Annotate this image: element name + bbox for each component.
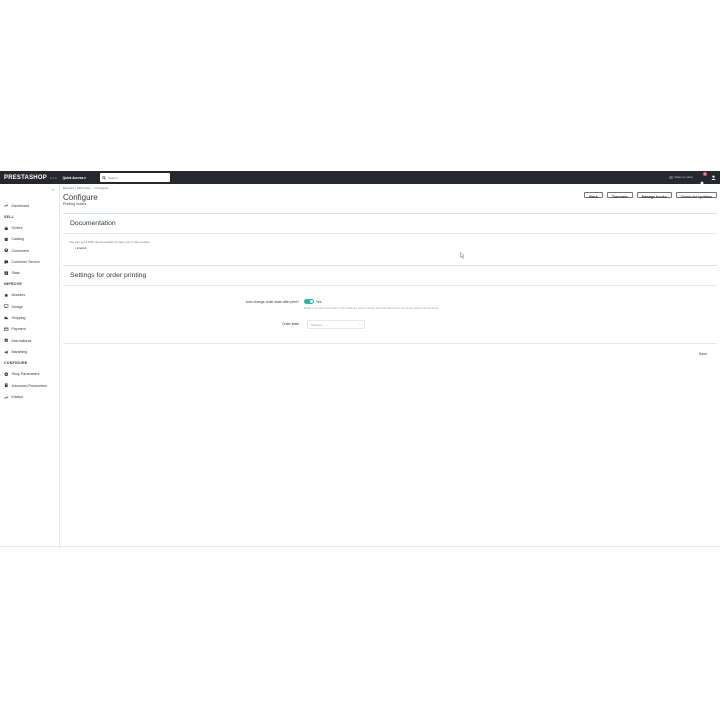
settings-heading: Settings for order printing xyxy=(70,272,147,279)
order-state-value: Shipped xyxy=(311,322,323,327)
panel-footer-divider xyxy=(63,343,717,344)
auto-change-value: Yes xyxy=(316,299,322,304)
chevron-down-icon: ⌄ xyxy=(358,322,361,326)
panel-divider xyxy=(63,233,717,234)
sidebar-item-dashboard[interactable]: Dashboard xyxy=(0,200,59,211)
sidebar-item-label: Marketing xyxy=(11,349,28,354)
sidebar-nav: Dashboard SELL Orders Catalog Customers Custo… xyxy=(0,200,59,402)
desktop-icon xyxy=(4,304,9,309)
sidebar-item-label: Orders xyxy=(11,225,23,230)
sidebar-item-international[interactable]: International xyxy=(0,335,59,346)
bar-chart-icon xyxy=(4,271,9,275)
sidebar-item-label: Stats xyxy=(11,271,20,276)
manage-hooks-button[interactable]: Manage hooks xyxy=(636,192,672,199)
sidebar-item-label: Catalog xyxy=(11,237,24,242)
sidebar-item-label: Advanced Parameters xyxy=(11,383,48,388)
panel-divider xyxy=(63,285,717,286)
user-avatar-icon[interactable] xyxy=(711,175,716,180)
documentation-link-english[interactable]: English xyxy=(75,246,87,250)
sidebar-item-modules[interactable]: Modules xyxy=(0,290,59,301)
trending-icon xyxy=(4,395,9,399)
documentation-text: You can get a PDF documentation to help … xyxy=(69,240,152,244)
eye-icon xyxy=(668,175,673,179)
documentation-panel: Documentation You can get a PDF document… xyxy=(63,213,717,264)
device-hub-icon xyxy=(4,383,8,388)
bottom-divider xyxy=(0,546,720,547)
search-box[interactable] xyxy=(100,173,170,182)
globe-icon xyxy=(4,338,9,343)
sidebar-item-label: Dashboard xyxy=(11,203,30,208)
view-store-label: View my store xyxy=(674,175,693,179)
sidebar-item-label: Shop Parameters xyxy=(11,372,40,377)
chat-icon xyxy=(4,260,9,264)
sidebar-item-advanced-parameters[interactable]: Advanced Parameters xyxy=(0,380,59,391)
sidebar-item-catalog[interactable]: Catalog xyxy=(0,234,59,245)
page-subtitle: Printing orders xyxy=(63,202,87,206)
view-store-link[interactable]: View my store xyxy=(668,175,693,179)
account-icon xyxy=(4,248,9,253)
store-icon xyxy=(4,237,9,242)
auto-change-toggle[interactable] xyxy=(304,299,314,304)
sidebar-item-label: Customers xyxy=(11,248,29,253)
order-state-select[interactable]: Shipped ⌄ xyxy=(307,320,365,329)
toolbar: Back Translate Manage hooks Check for up… xyxy=(584,192,717,199)
settings-icon xyxy=(4,372,9,377)
auto-change-label: Auto change order state after print? xyxy=(245,300,299,304)
main-content: Modules / pdfinvoice... / Configure Conf… xyxy=(60,184,720,549)
sidebar-item-shipping[interactable]: Shipping xyxy=(0,312,59,323)
settings-panel: Settings for order printing Auto change … xyxy=(63,265,717,366)
basket-icon xyxy=(4,225,9,230)
sidebar-item-label: Modules xyxy=(11,293,26,298)
sidebar-section-configure: CONFIGURE xyxy=(4,361,28,366)
search-icon xyxy=(102,175,106,180)
translate-button[interactable]: Translate xyxy=(606,192,633,199)
top-header: PRESTASHOP 8.1.0 Quick Access ▾ View my … xyxy=(0,171,720,187)
sidebar: « Dashboard SELL Orders Catalog Customers Cus… xyxy=(0,184,60,549)
auto-change-help: Enable if you want to print orders. This… xyxy=(304,307,439,310)
sidebar-item-label: Customer Service xyxy=(11,259,41,264)
sidebar-item-customers[interactable]: Customers xyxy=(0,245,59,256)
search-input[interactable] xyxy=(108,175,163,180)
breadcrumb[interactable]: Modules / pdfinvoice... / Configure xyxy=(63,186,108,190)
sidebar-item-klaviyo[interactable]: Klaviyo xyxy=(0,391,59,402)
truck-icon xyxy=(4,316,9,319)
header-right: View my store 6 xyxy=(668,172,716,187)
sidebar-item-shop-parameters[interactable]: Shop Parameters xyxy=(0,369,59,380)
puzzle-icon xyxy=(4,293,8,297)
check-updates-button[interactable]: Check for updates xyxy=(675,192,717,199)
sidebar-item-label: International xyxy=(11,338,32,343)
sidebar-item-label: Klaviyo xyxy=(11,394,24,399)
notifications-badge: 6 xyxy=(703,172,707,176)
sidebar-item-stats[interactable]: Stats xyxy=(0,267,59,278)
sidebar-item-marketing[interactable]: Marketing xyxy=(0,346,59,357)
prestashop-logo[interactable]: PRESTASHOP xyxy=(4,175,47,181)
documentation-heading: Documentation xyxy=(70,220,116,227)
trending-up-icon xyxy=(4,204,9,208)
collapse-sidebar-button[interactable]: « xyxy=(52,187,54,192)
megaphone-icon xyxy=(4,350,8,354)
order-state-label: Order state xyxy=(282,322,299,326)
back-button[interactable]: Back xyxy=(584,192,603,199)
prestashop-admin: PRESTASHOP 8.1.0 Quick Access ▾ View my … xyxy=(0,171,720,549)
version-label: 8.1.0 xyxy=(49,175,57,180)
page-title: Configure xyxy=(63,193,98,202)
mouse-cursor-icon xyxy=(460,252,465,259)
sidebar-item-label: Design xyxy=(11,304,23,309)
save-button[interactable]: Save xyxy=(699,352,707,356)
sidebar-item-label: Payment xyxy=(11,327,26,332)
sidebar-section-sell: SELL xyxy=(4,214,14,219)
sidebar-item-payment[interactable]: Payment xyxy=(0,324,59,335)
sidebar-item-orders[interactable]: Orders xyxy=(0,222,59,233)
notifications-button[interactable]: 6 xyxy=(699,172,707,187)
sidebar-item-customer-service[interactable]: Customer Service xyxy=(0,256,59,267)
sidebar-item-label: Shipping xyxy=(11,316,26,321)
sidebar-section-improve: IMPROVE xyxy=(4,282,22,287)
quick-access-button[interactable]: Quick Access ▾ xyxy=(63,176,86,180)
credit-card-icon xyxy=(4,327,9,331)
sidebar-item-design[interactable]: Design xyxy=(0,301,59,312)
